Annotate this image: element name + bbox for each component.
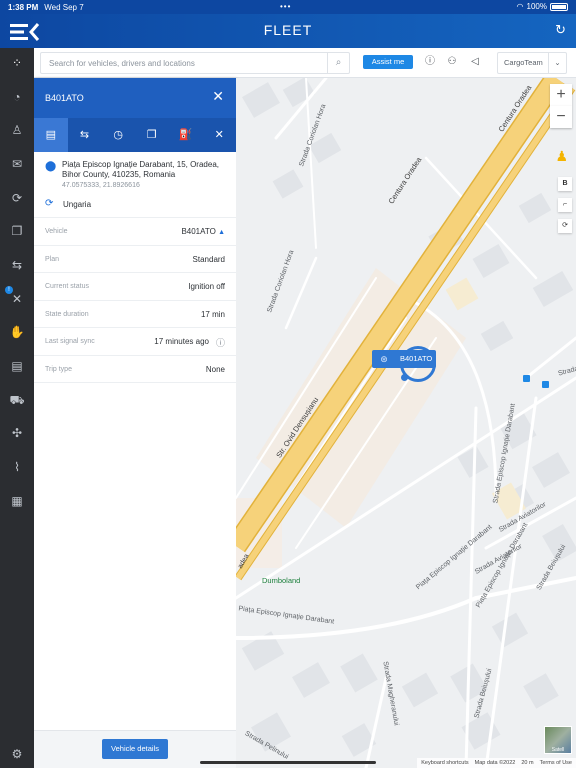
status-bar: 1:38 PM Wed Sep 7 ••• ◠ 100%: [0, 0, 576, 14]
search-box: ⌕: [40, 52, 350, 74]
status-time: 1:38 PM: [8, 2, 39, 12]
grid-icon[interactable]: ▦: [8, 492, 26, 510]
car-icon[interactable]: ⛟: [8, 391, 26, 409]
bold-toggle-icon[interactable]: B: [558, 177, 572, 191]
map-label-poi: Dumboland: [262, 576, 301, 585]
app-header: FLEET ↻: [0, 14, 576, 48]
top-bar: ⌕ Assist me ⓘ ⚇ ◁ CargoTeam ⌄: [34, 48, 576, 78]
info-row-value: B401ATO ▲: [181, 227, 225, 236]
chat-icon[interactable]: ✉: [8, 155, 26, 173]
team-select-label: CargoTeam: [504, 58, 543, 67]
location-pin-icon: ⬤: [45, 161, 57, 172]
sync-icon: ⟳: [45, 198, 54, 209]
info-row-label: Trip type: [45, 365, 72, 373]
search-icon[interactable]: ⌕: [327, 53, 349, 73]
settings-icon[interactable]: ⚙: [8, 745, 26, 763]
team-select[interactable]: CargoTeam ⌄: [497, 52, 567, 74]
user-icon[interactable]: ♙: [8, 121, 26, 139]
vehicle-details-button[interactable]: Vehicle details: [102, 739, 168, 759]
assist-me-button[interactable]: Assist me: [363, 55, 413, 69]
history-icon[interactable]: ◷: [101, 118, 135, 152]
info-row-last-signal-sync: Last signal sync 17 minutes ago ⓘ: [34, 328, 236, 356]
vehicle-plate-value: B401ATO: [181, 227, 216, 236]
tools-icon[interactable]: ✕: [202, 118, 236, 152]
vehicle-address: ⬤ Piața Episcop Ignație Darabant, 15, Or…: [34, 152, 236, 218]
chevron-down-icon: ⌄: [548, 53, 566, 73]
info-icon[interactable]: ⓘ: [423, 55, 437, 69]
ruler-icon[interactable]: ⌐: [558, 198, 572, 212]
info-row-label: Current status: [45, 283, 89, 290]
copy-icon[interactable]: ❐: [135, 118, 169, 152]
satellite-toggle-label: Satell: [551, 747, 565, 753]
map-view[interactable]: Centura Oradea Centura Oradea Str. Ovid …: [236, 78, 576, 768]
reports-icon[interactable]: ▤: [8, 357, 26, 375]
routes-icon[interactable]: ⇆: [8, 256, 26, 274]
map-attribution: Keyboard shortcuts Map data ©2022 20 m T…: [417, 758, 576, 768]
scale-text: 20 m: [521, 760, 534, 766]
info-row-trip-type: Trip type None: [34, 356, 236, 383]
refresh-icon[interactable]: ↻: [555, 22, 566, 38]
info-row-label: Vehicle: [45, 228, 68, 235]
tools-icon[interactable]: ✕!: [5, 286, 26, 308]
info-row-value: Ignition off: [188, 282, 225, 291]
battery-percent: 100%: [526, 2, 547, 11]
app-title: FLEET: [263, 22, 313, 38]
sync-icon[interactable]: ⟳: [8, 189, 26, 207]
street-view-pegman-icon[interactable]: ♟: [555, 148, 568, 165]
info-row-vehicle: Vehicle B401ATO ▲: [34, 218, 236, 246]
info-row-value: 17 min: [200, 309, 225, 319]
zoom-in-button[interactable]: +: [550, 84, 572, 106]
hand-icon[interactable]: ✋: [8, 323, 26, 341]
dashboard-icon[interactable]: ◔: [8, 88, 26, 106]
info-row-value: 17 minutes ago: [154, 337, 209, 346]
sidebar: ⁘ ◔ ♙ ✉ ⟳ ❐ ⇆ ✕! ✋ ▤ ⛟ ✣ ⌇ ▦ ⚙: [0, 48, 34, 768]
home-indicator[interactable]: [200, 761, 376, 764]
battery-icon: [550, 2, 568, 11]
info-icon[interactable]: ⓘ: [216, 336, 225, 349]
satellite-toggle[interactable]: Satell: [544, 726, 572, 754]
route-icon[interactable]: ⇆: [68, 118, 102, 152]
vehicle-panel-header: B401ATO ✕: [34, 78, 236, 118]
sync-icon[interactable]: ⟳: [558, 219, 572, 233]
info-row-state-duration: State duration 17 min: [34, 301, 236, 328]
info-row-label: Plan: [45, 255, 60, 263]
heading-arrow-icon: ▲: [218, 229, 225, 236]
zoom-out-button[interactable]: −: [550, 106, 572, 128]
search-input[interactable]: [41, 53, 321, 74]
close-icon[interactable]: ✕: [212, 89, 224, 103]
address-line-1: Piața Episcop Ignație Darabant, 15, Orad…: [62, 160, 219, 169]
address-country: Ungaria: [63, 200, 92, 209]
vehicle-marker-label: B401ATO: [400, 354, 433, 363]
fuel-icon[interactable]: ⛽: [169, 118, 203, 152]
address-coordinates: 47.0575333, 21.8926616: [62, 182, 140, 189]
info-row-value: None: [205, 364, 225, 374]
activity-icon[interactable]: ⌇: [8, 458, 26, 476]
keyboard-shortcuts-link[interactable]: Keyboard shortcuts: [421, 760, 468, 766]
vehicle-location-dot: [401, 374, 408, 381]
info-row-value: Standard: [192, 254, 225, 264]
megaphone-icon[interactable]: ◁: [468, 55, 482, 69]
info-row-plan: Plan Standard: [34, 246, 236, 273]
vehicle-marker[interactable]: ⊛ B401ATO: [372, 350, 436, 368]
map-data-text: Map data ©2022: [474, 760, 516, 766]
terms-link[interactable]: Terms of Use: [540, 760, 572, 766]
vehicle-panel-tabs: ▤ ⇆ ◷ ❐ ⛽ ✕: [34, 118, 236, 152]
steering-wheel-icon: ⊛: [380, 354, 388, 364]
vehicle-panel: B401ATO ✕ ▤ ⇆ ◷ ❐ ⛽ ✕ ⬤ Piața Episcop Ig…: [34, 78, 236, 768]
notification-badge: !: [5, 286, 13, 294]
info-row-label: Last signal sync: [45, 338, 95, 345]
document-icon[interactable]: ▤: [34, 118, 68, 152]
status-date: Wed Sep 7: [44, 2, 84, 12]
documents-icon[interactable]: ❐: [8, 222, 26, 240]
multitask-dots-icon[interactable]: •••: [280, 2, 291, 11]
address-line-2: Bihor County, 410235, Romania: [62, 170, 176, 179]
info-row-current-status: Current status Ignition off: [34, 273, 236, 301]
users-icon[interactable]: ⚇: [445, 55, 459, 69]
info-row-label: State duration: [45, 310, 89, 318]
network-icon[interactable]: ✣: [8, 424, 26, 442]
vehicle-plate-title: B401ATO: [45, 93, 84, 103]
wifi-icon: ◠: [516, 2, 524, 11]
status-right: ◠ 100%: [517, 2, 568, 11]
fleet-logo-icon[interactable]: ⁘: [8, 54, 26, 72]
